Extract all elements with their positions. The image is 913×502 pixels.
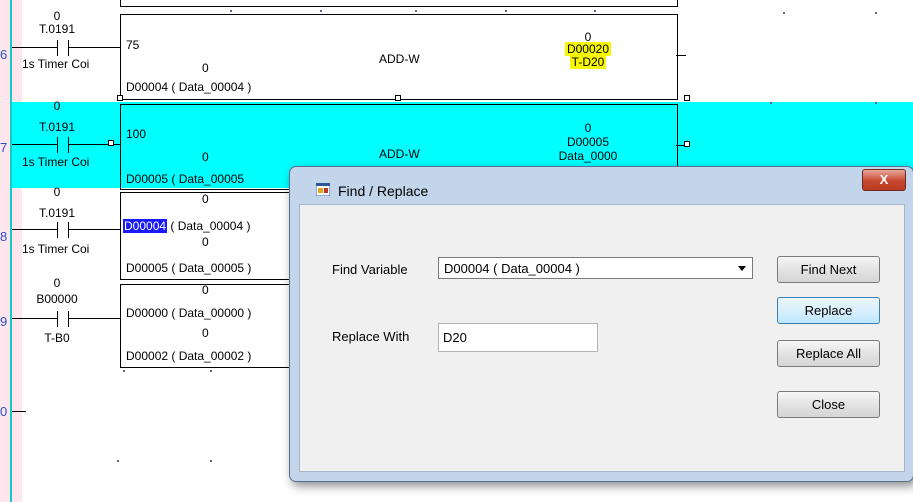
function-block-partial: [120, 0, 678, 7]
output-label: T-D20: [569, 55, 607, 69]
grid-dot: [783, 12, 785, 14]
grid-dot: [594, 10, 596, 12]
output-highlight: T-D20: [548, 55, 628, 69]
grid-dot: [505, 10, 507, 12]
input-2-value: 0: [202, 61, 209, 75]
contact-label: 1s Timer Coi: [22, 155, 90, 169]
contact-address[interactable]: T.0191: [22, 22, 92, 36]
window-icon: [315, 182, 331, 197]
empty-rung-wire: [12, 404, 26, 420]
input-1: D00000 ( Data_00000 ): [126, 306, 252, 320]
grid-dot: [230, 10, 232, 12]
rung-number: 7: [0, 140, 8, 155]
selected-variable[interactable]: D00004: [123, 219, 168, 233]
find-variable-value: D00004 ( Data_00004 ): [444, 261, 580, 276]
contact-label: 1s Timer Coi: [22, 57, 90, 71]
input-1-value: 0: [202, 192, 209, 206]
contact-address[interactable]: T.0191: [22, 120, 92, 134]
contact-symbol[interactable]: [12, 222, 120, 238]
replace-with-input[interactable]: [438, 323, 598, 352]
input-2: D00002 ( Data_00002 ): [126, 349, 252, 363]
function-name: ADD-W: [379, 52, 420, 66]
connection-point: [117, 95, 123, 101]
output-value: 0: [584, 121, 592, 135]
contact-value: 0: [53, 9, 61, 23]
grid-dot: [770, 102, 772, 104]
contact-address[interactable]: B00000: [22, 292, 92, 306]
grid-dot: [415, 10, 417, 12]
input-2: D00005 ( Data_00005: [126, 172, 245, 186]
find-variable-combo[interactable]: D00004 ( Data_00004 ): [438, 257, 753, 279]
dialog-body: Find Variable D00004 ( Data_00004 ) Repl…: [299, 204, 905, 472]
grid-dot: [117, 460, 119, 462]
replace-with-label: Replace With: [332, 329, 410, 344]
close-window-button[interactable]: X: [862, 169, 906, 191]
output-highlight: D00020: [548, 42, 628, 56]
contact-value: 0: [53, 185, 61, 199]
connection-point: [684, 141, 690, 147]
input-1: 100: [126, 127, 147, 141]
output-label: Data_0000: [558, 149, 618, 163]
contact-address[interactable]: T.0191: [22, 206, 92, 220]
input-2: D00004 ( Data_00004 ): [126, 80, 252, 94]
grid-dot: [875, 12, 877, 14]
replace-button[interactable]: Replace: [777, 297, 880, 324]
input-1-comment: ( Data_00004 ): [170, 219, 251, 233]
grid-dot: [320, 10, 322, 12]
close-button[interactable]: Close: [777, 391, 880, 418]
rung-number: 9: [0, 314, 8, 329]
input-2-value: 0: [202, 235, 209, 249]
find-next-button[interactable]: Find Next: [777, 256, 880, 283]
input-2-value: 0: [202, 150, 209, 164]
replace-all-button[interactable]: Replace All: [777, 340, 880, 367]
left-power-rail: [10, 0, 12, 502]
output-address: D00005: [566, 135, 610, 149]
rung-number: 8: [0, 229, 8, 244]
find-replace-dialog: Find / Replace X Find Variable D00004 ( …: [289, 166, 913, 482]
connection-point: [108, 140, 114, 146]
function-name: ADD-W: [379, 147, 420, 161]
grid-dot: [210, 460, 212, 462]
contact-symbol[interactable]: [12, 137, 120, 153]
chevron-down-icon[interactable]: [738, 266, 746, 271]
connection-point: [684, 95, 690, 101]
input-1[interactable]: D00004 ( Data_00004 ): [123, 219, 250, 233]
contact-label: 1s Timer Coi: [22, 242, 90, 256]
rung-number: 0: [0, 404, 8, 419]
contact-value: 0: [53, 276, 61, 290]
dialog-title: Find / Replace: [338, 183, 429, 199]
find-variable-label: Find Variable: [332, 262, 408, 277]
output-address: D00020: [564, 42, 612, 56]
connection-point: [395, 95, 401, 101]
rung-number: 6: [0, 47, 8, 62]
contact-symbol[interactable]: [12, 311, 120, 327]
grid-dot: [123, 370, 125, 372]
contact-symbol[interactable]: [12, 40, 120, 56]
grid-dot: [875, 102, 877, 104]
input-1-value: 0: [202, 283, 209, 297]
grid-dot: [210, 370, 212, 372]
input-2: D00005 ( Data_00005 ): [126, 261, 252, 275]
input-1: 75: [126, 38, 140, 52]
contact-label: T-B0: [44, 331, 70, 345]
input-2-value: 0: [202, 326, 209, 340]
output-wire: [676, 48, 686, 64]
contact-value: 0: [53, 99, 61, 113]
